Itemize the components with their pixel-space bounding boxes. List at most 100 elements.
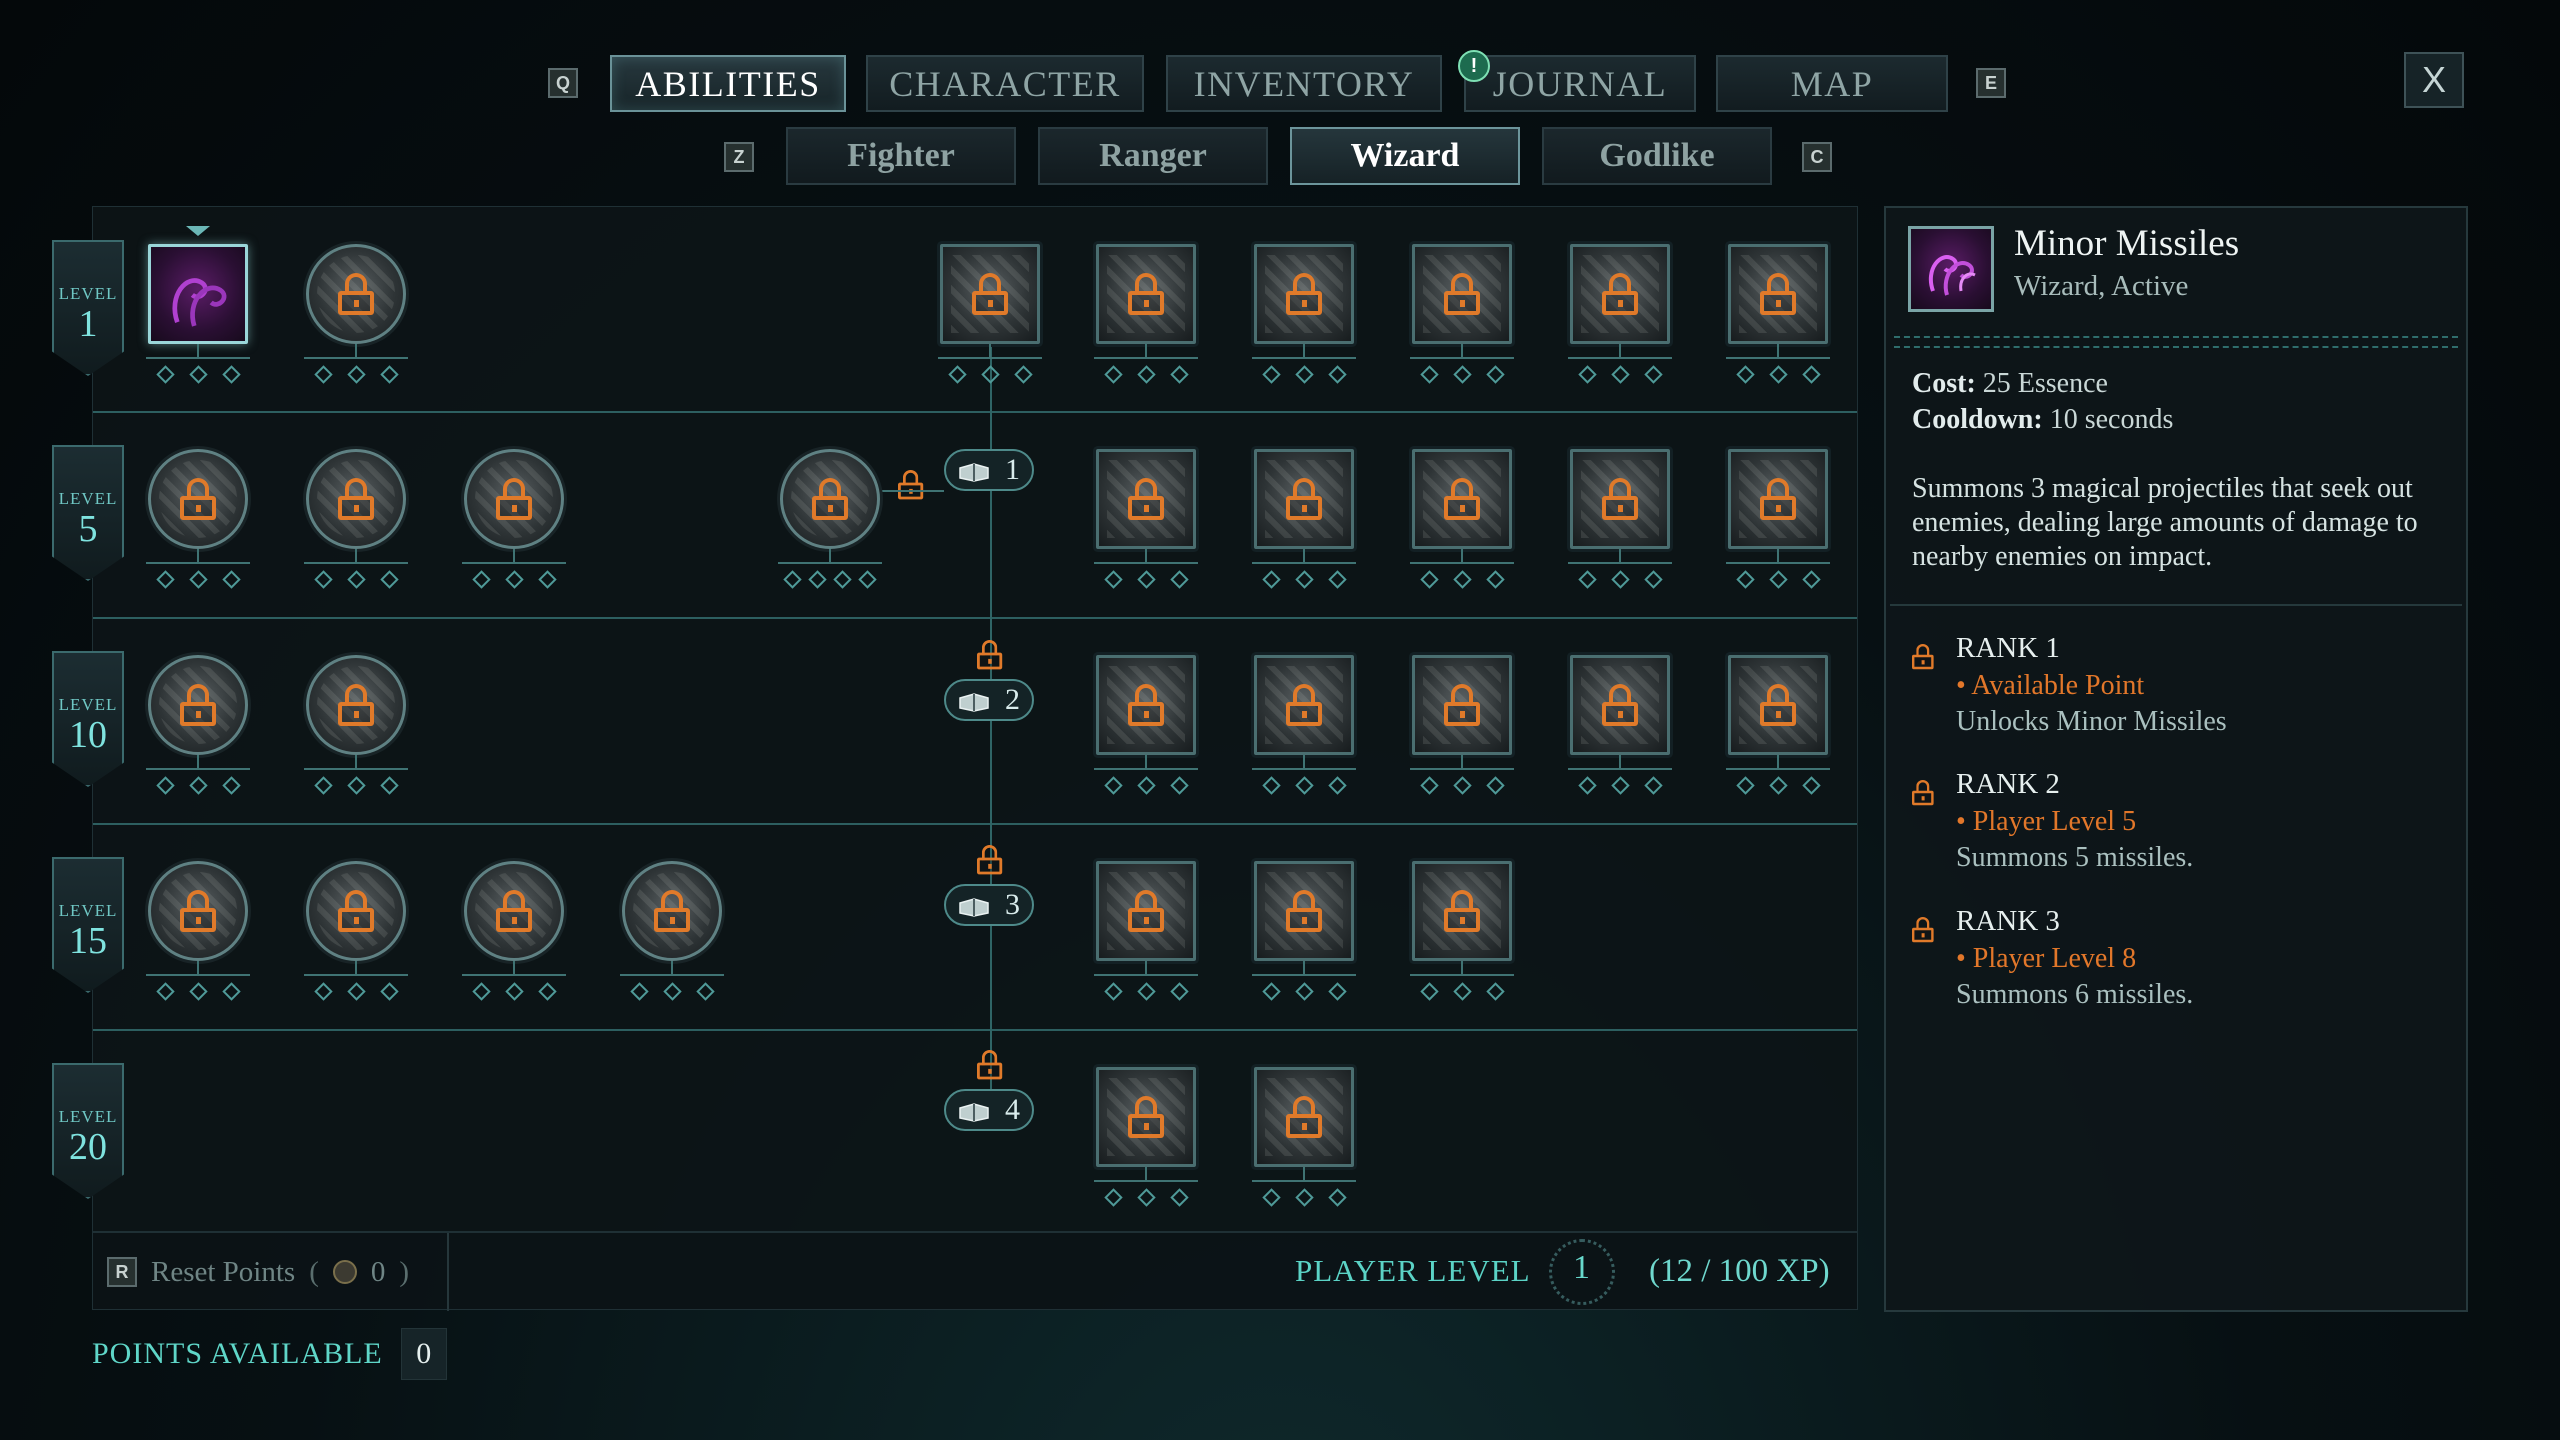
ability-node-locked[interactable]	[1410, 244, 1514, 394]
ability-node-locked[interactable]	[1568, 449, 1672, 599]
rank-pip-icon	[1610, 365, 1630, 384]
class-tab-fighter[interactable]: Fighter	[786, 127, 1016, 185]
rank-pip-icon	[537, 570, 557, 589]
class-tab-godlike[interactable]: Godlike	[1542, 127, 1772, 185]
row-divider	[93, 823, 1857, 825]
rank-pips	[1568, 776, 1672, 799]
ability-node-locked[interactable]	[1726, 449, 1830, 599]
ability-node-locked[interactable]	[146, 861, 250, 1011]
class-tab-wizard[interactable]: Wizard	[1290, 127, 1520, 185]
node-rail	[938, 357, 1042, 359]
ability-node-locked[interactable]	[1410, 655, 1514, 805]
prev-class-key[interactable]: Z	[724, 142, 754, 172]
ability-node-locked[interactable]	[1094, 861, 1198, 1011]
tab-map[interactable]: MAP	[1716, 55, 1948, 112]
tab-inventory[interactable]: INVENTORY	[1166, 55, 1442, 112]
next-class-key[interactable]: C	[1802, 142, 1832, 172]
ability-node-locked[interactable]	[1094, 449, 1198, 599]
ability-node-locked[interactable]	[778, 449, 882, 599]
rank-lock-icon	[1912, 644, 1934, 670]
ability-node-locked[interactable]	[1252, 861, 1356, 1011]
rank-pip-icon	[221, 570, 241, 589]
ability-node-locked[interactable]	[304, 655, 408, 805]
row-divider	[93, 1029, 1857, 1031]
node-stem	[1145, 1167, 1147, 1181]
ability-node-locked[interactable]	[938, 244, 1042, 394]
class-tab-ranger[interactable]: Ranger	[1038, 127, 1268, 185]
ability-node-locked[interactable]	[304, 449, 408, 599]
rank-pip-icon	[1169, 982, 1189, 1001]
ability-node-locked[interactable]	[620, 861, 724, 1011]
level-word: LEVEL	[58, 1107, 118, 1126]
node-rail	[1410, 768, 1514, 770]
locked-ability-icon	[464, 861, 564, 961]
locked-ability-icon	[1254, 655, 1354, 755]
lock-icon	[977, 1050, 1003, 1080]
rank-pip-icon	[1103, 570, 1123, 589]
node-rail	[304, 562, 408, 564]
rank-pip-icon	[1452, 570, 1472, 589]
tab-journal[interactable]: JOURNAL	[1464, 55, 1696, 112]
ability-node-locked[interactable]	[1094, 1067, 1198, 1217]
reset-points-button[interactable]: R Reset Points ( 0 )	[93, 1233, 449, 1311]
ability-node-locked[interactable]	[1252, 1067, 1356, 1217]
ability-node-locked[interactable]	[1252, 655, 1356, 805]
ability-node-locked[interactable]	[1568, 655, 1672, 805]
rank-pip-icon	[1136, 982, 1156, 1001]
spellbook-icon	[959, 898, 989, 917]
tier-marker: 1	[944, 449, 1034, 491]
tab-character[interactable]: CHARACTER	[866, 55, 1144, 112]
rank-pip-icon	[1577, 365, 1597, 384]
ability-node-locked[interactable]	[1252, 449, 1356, 599]
ability-node-locked[interactable]	[462, 861, 566, 1011]
lock-icon	[338, 478, 374, 520]
rank-pip-icon	[379, 776, 399, 795]
ability-node-locked[interactable]	[1568, 244, 1672, 394]
locked-ability-icon	[464, 449, 564, 549]
rank-pip-icon	[1768, 776, 1788, 795]
ability-node-locked[interactable]	[304, 861, 408, 1011]
ability-node-locked[interactable]	[146, 655, 250, 805]
rank-pips	[1726, 365, 1830, 388]
rank-pip-icon	[1294, 1188, 1314, 1207]
rank-pip-icon	[1485, 365, 1505, 384]
node-rail	[462, 562, 566, 564]
tier-number: 4	[1005, 1093, 1020, 1126]
ability-node-minor-missiles[interactable]	[146, 226, 250, 394]
rank-title: RANK 2	[1956, 768, 2060, 800]
journal-notification-badge: !	[1458, 50, 1490, 82]
rank-pips	[304, 982, 408, 1005]
points-available: POINTS AVAILABLE 0	[92, 1328, 447, 1380]
ability-node-locked[interactable]	[462, 449, 566, 599]
tier-lock	[977, 1050, 1003, 1080]
locked-ability-icon	[1412, 449, 1512, 549]
prev-tab-key[interactable]: Q	[548, 68, 578, 98]
ability-node-locked[interactable]	[1094, 655, 1198, 805]
node-stem	[1777, 344, 1779, 358]
next-tab-key[interactable]: E	[1976, 68, 2006, 98]
locked-ability-icon	[1096, 1067, 1196, 1167]
ability-node-locked[interactable]	[1252, 244, 1356, 394]
rank-pip-icon	[695, 982, 715, 1001]
tab-abilities[interactable]: ABILITIES	[610, 55, 846, 112]
selected-caret-icon	[186, 226, 210, 236]
rank-pip-icon	[662, 982, 682, 1001]
ability-node-locked[interactable]	[1094, 244, 1198, 394]
rank-pip-icon	[1136, 570, 1156, 589]
rank-pips	[1252, 1188, 1356, 1211]
lock-icon	[496, 478, 532, 520]
node-stem	[513, 961, 515, 975]
ability-node-locked[interactable]	[1726, 244, 1830, 394]
rank-pip-icon	[471, 570, 491, 589]
rank-pip-icon	[1013, 365, 1033, 384]
ability-node-locked[interactable]	[304, 244, 408, 394]
ability-node-locked[interactable]	[1726, 655, 1830, 805]
locked-ability-icon	[1728, 244, 1828, 344]
node-stem	[197, 961, 199, 975]
close-button[interactable]: X	[2404, 52, 2464, 108]
ability-node-locked[interactable]	[1410, 861, 1514, 1011]
rank-pips	[1410, 365, 1514, 388]
reset-points-label: Reset Points	[151, 1255, 296, 1288]
ability-node-locked[interactable]	[1410, 449, 1514, 599]
ability-node-locked[interactable]	[146, 449, 250, 599]
